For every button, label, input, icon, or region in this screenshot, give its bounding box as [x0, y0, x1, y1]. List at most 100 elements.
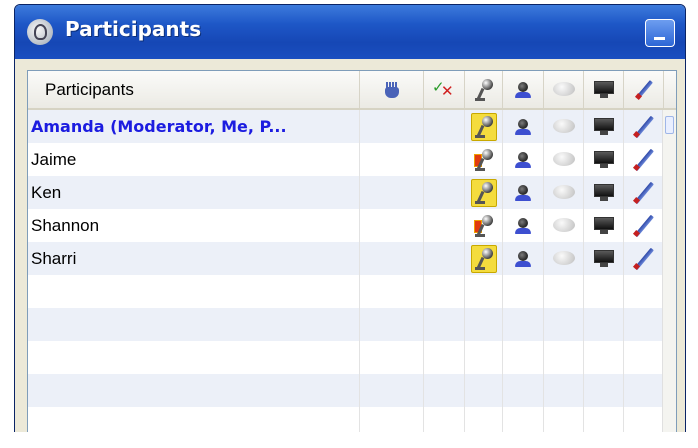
- annotate-pen-icon[interactable]: [633, 248, 655, 270]
- annotate-pen-icon[interactable]: [633, 182, 655, 204]
- mic-cell: [465, 110, 503, 143]
- chat-cell: [544, 209, 584, 242]
- pen-cell: [624, 308, 664, 341]
- approve-deny-icon: [432, 78, 456, 100]
- participant-name: Ken: [28, 176, 360, 209]
- chat-icon[interactable]: [552, 151, 575, 168]
- participant-row[interactable]: Jaime: [28, 143, 676, 176]
- screen-cell: [584, 275, 624, 308]
- minimize-button[interactable]: [645, 19, 675, 47]
- hand-cell: [360, 275, 424, 308]
- empty-row: [28, 275, 676, 308]
- annotate-pen-icon[interactable]: [633, 149, 655, 171]
- participant-row[interactable]: Sharri: [28, 242, 676, 275]
- empty-row: [28, 341, 676, 374]
- check-cell: [424, 242, 465, 275]
- torn-edge: [0, 432, 698, 448]
- mic-muted-toggle[interactable]: [471, 146, 497, 174]
- empty-row: [28, 374, 676, 407]
- chat-icon: [552, 81, 575, 98]
- screen-share-icon[interactable]: [593, 150, 614, 169]
- pen-cell: [624, 143, 664, 176]
- conference-app-icon: [27, 19, 53, 45]
- participant-row[interactable]: Ken: [28, 176, 676, 209]
- screen-share-icon[interactable]: [593, 216, 614, 235]
- pen-cell: [624, 176, 664, 209]
- vertical-scrollbar[interactable]: [662, 110, 676, 439]
- mic-active-toggle[interactable]: [470, 178, 497, 207]
- chat-icon[interactable]: [552, 250, 575, 267]
- screen-cell: [584, 209, 624, 242]
- mic-cell: [465, 209, 503, 242]
- pen-cell: [624, 209, 664, 242]
- screen-share-icon[interactable]: [593, 249, 614, 268]
- chat-icon[interactable]: [552, 118, 575, 135]
- microphone-icon: [473, 181, 495, 205]
- screen-share-icon: [593, 80, 614, 99]
- hand-cell: [360, 176, 424, 209]
- annotate-pen-icon[interactable]: [633, 215, 655, 237]
- hand-cell: [360, 341, 424, 374]
- cam-cell: [503, 110, 544, 143]
- annotate-pen-icon: [633, 79, 655, 101]
- column-header-webcam[interactable]: [503, 71, 544, 108]
- column-header-screen[interactable]: [584, 71, 624, 108]
- chat-cell: [544, 275, 584, 308]
- chat-icon[interactable]: [552, 217, 575, 234]
- column-header-microphone[interactable]: [465, 71, 503, 108]
- mic-cell: [465, 341, 503, 374]
- webcam-icon[interactable]: [514, 217, 532, 235]
- empty-row: [28, 308, 676, 341]
- chat-cell: [544, 110, 584, 143]
- chat-cell: [544, 308, 584, 341]
- cam-cell: [503, 242, 544, 275]
- chat-cell: [544, 242, 584, 275]
- webcam-icon[interactable]: [514, 184, 532, 202]
- screen-cell: [584, 176, 624, 209]
- check-cell: [424, 110, 465, 143]
- participant-row[interactable]: Shannon: [28, 209, 676, 242]
- pen-cell: [624, 242, 664, 275]
- hand-cell: [360, 374, 424, 407]
- screen-cell: [584, 308, 624, 341]
- cam-cell: [503, 143, 544, 176]
- chat-icon[interactable]: [552, 184, 575, 201]
- mic-muted-toggle[interactable]: [471, 212, 497, 240]
- screen-share-icon[interactable]: [593, 117, 614, 136]
- chat-cell: [544, 341, 584, 374]
- participant-name: [28, 374, 360, 407]
- webcam-icon[interactable]: [514, 118, 532, 136]
- participants-list: Participants Amanda (Moderator, Me, P...…: [27, 70, 677, 440]
- hand-cell: [360, 110, 424, 143]
- pen-cell: [624, 374, 664, 407]
- column-header-raise-hand[interactable]: [360, 71, 424, 108]
- mic-active-toggle[interactable]: [470, 244, 497, 273]
- microphone-icon: [473, 78, 495, 102]
- participant-name: [28, 308, 360, 341]
- scroll-thumb[interactable]: [665, 116, 674, 134]
- pen-cell: [624, 341, 664, 374]
- cam-cell: [503, 209, 544, 242]
- webcam-icon[interactable]: [514, 250, 532, 268]
- mic-active-toggle[interactable]: [470, 112, 497, 141]
- mic-cell: [465, 242, 503, 275]
- check-cell: [424, 143, 465, 176]
- participant-name: [28, 341, 360, 374]
- annotate-pen-icon[interactable]: [633, 116, 655, 138]
- pen-cell: [624, 110, 664, 143]
- webcam-icon[interactable]: [514, 151, 532, 169]
- title-bar[interactable]: Participants: [15, 5, 685, 59]
- raise-hand-icon: [383, 81, 401, 99]
- check-cell: [424, 308, 465, 341]
- column-header-approve[interactable]: [424, 71, 465, 108]
- column-header-annotate[interactable]: [624, 71, 664, 108]
- column-header-chat[interactable]: [544, 71, 584, 108]
- screen-share-icon[interactable]: [593, 183, 614, 202]
- mic-cell: [465, 176, 503, 209]
- participant-name: Jaime: [28, 143, 360, 176]
- column-header-participants[interactable]: Participants: [28, 71, 360, 108]
- list-header: Participants: [28, 71, 676, 110]
- window-title: Participants: [65, 17, 202, 41]
- cam-cell: [503, 176, 544, 209]
- participant-row[interactable]: Amanda (Moderator, Me, P...: [28, 110, 676, 143]
